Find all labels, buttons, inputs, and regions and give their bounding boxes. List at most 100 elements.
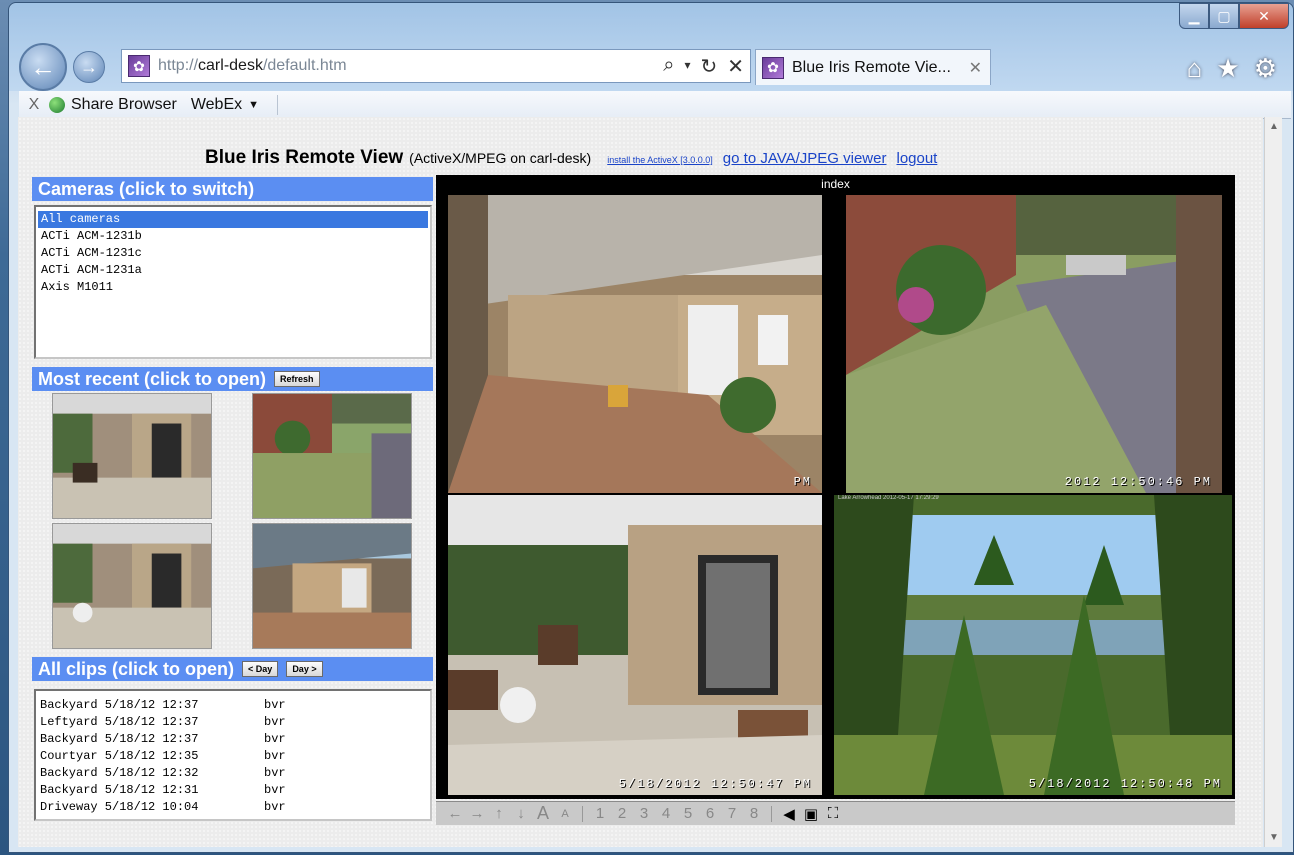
page-subtitle: (ActiveX/MPEG on carl-desk) xyxy=(409,150,592,166)
webex-menu-button[interactable]: WebEx ▼ xyxy=(191,96,259,114)
snapshot-camera-icon[interactable]: ▣ xyxy=(800,805,822,823)
clip-name: Backyard 5/18/12 12:32 xyxy=(40,766,199,780)
close-window-button[interactable]: ✕ xyxy=(1239,3,1289,29)
preset-2-button[interactable]: 2 xyxy=(611,805,633,822)
zoom-in-button[interactable]: A xyxy=(532,803,554,824)
clip-row[interactable]: Backyard 5/18/12 12:37 bvr xyxy=(40,731,426,748)
camera-item[interactable]: ACTi ACM-1231a xyxy=(38,262,428,279)
pan-right-button[interactable]: → xyxy=(466,805,488,822)
java-viewer-link[interactable]: go to JAVA/JPEG viewer xyxy=(723,150,887,167)
recent-panel-title: Most recent (click to open) xyxy=(38,368,267,389)
settings-gear-icon[interactable]: ⚙ xyxy=(1254,53,1277,84)
pan-up-button[interactable]: ↑ xyxy=(488,805,510,822)
tab-title: Blue Iris Remote Vie... xyxy=(792,58,951,76)
browser-right-icons: ⌂ ★ ⚙ xyxy=(1187,53,1277,84)
recent-thumbnail[interactable] xyxy=(52,523,212,649)
timestamp-top-right: 2012 12:50:46 PM xyxy=(1064,475,1212,489)
logout-link[interactable]: logout xyxy=(896,150,937,167)
clip-row[interactable]: Backyard 5/18/12 12:32 bvr xyxy=(40,765,426,782)
page-content: Blue Iris Remote View (ActiveX/MPEG on c… xyxy=(18,117,1263,847)
clips-list[interactable]: Backyard 5/18/12 12:37 bvr Leftyard 5/18/… xyxy=(34,689,432,821)
back-button[interactable]: ← xyxy=(19,43,67,91)
clip-ext: bvr xyxy=(264,698,286,712)
search-icon[interactable]: ⌕ xyxy=(663,54,674,79)
clip-name: Backyard 5/18/12 12:37 xyxy=(40,732,199,746)
clip-name: Driveway 5/18/12 10:04 xyxy=(40,800,199,814)
clip-row[interactable]: Courtyar 5/18/12 12:35 bvr xyxy=(40,748,426,765)
maximize-button[interactable]: ▢ xyxy=(1209,3,1239,29)
preset-8-button[interactable]: 8 xyxy=(743,805,765,822)
camera-caption: Lake Arrowhead 2012-05-17 17:29:29 xyxy=(838,495,939,501)
tab-blue-iris[interactable]: ✿ Blue Iris Remote Vie... ✕ xyxy=(755,49,991,85)
camera-pane-courtyard[interactable]: PM xyxy=(448,195,822,493)
scroll-up-icon[interactable]: ▲ xyxy=(1269,121,1279,132)
tab-close-icon[interactable]: ✕ xyxy=(969,58,982,78)
install-activex-link[interactable]: install the ActiveX [3.0.0.0] xyxy=(607,155,713,165)
scroll-down-icon[interactable]: ▼ xyxy=(1269,832,1279,843)
zoom-out-button[interactable]: A xyxy=(554,808,576,820)
forward-button[interactable]: → xyxy=(73,51,105,83)
cameras-panel-title: Cameras (click to switch) xyxy=(38,178,255,199)
clip-row[interactable]: Backyard 5/18/12 12:31 bvr xyxy=(40,782,426,799)
clip-row[interactable]: Backyard 5/18/12 12:37 bvr xyxy=(40,697,426,714)
address-url[interactable]: http://carl-desk/default.htm xyxy=(158,57,347,75)
webex-label: WebEx xyxy=(190,95,243,113)
preset-3-button[interactable]: 3 xyxy=(633,805,655,822)
home-icon[interactable]: ⌂ xyxy=(1187,53,1203,84)
camera-list[interactable]: All cameras ACTi ACM-1231b ACTi ACM-1231… xyxy=(34,205,432,359)
clip-name: Courtyar 5/18/12 12:35 xyxy=(40,749,199,763)
controls-separator xyxy=(582,805,583,822)
globe-icon xyxy=(49,96,65,113)
clip-row[interactable]: Leftyard 5/18/12 12:37 bvr xyxy=(40,714,426,731)
preset-5-button[interactable]: 5 xyxy=(677,805,699,822)
preset-4-button[interactable]: 4 xyxy=(655,805,677,822)
clip-ext: bvr xyxy=(264,732,286,746)
page-header: Blue Iris Remote View (ActiveX/MPEG on c… xyxy=(205,147,937,169)
clip-row[interactable]: Driveway 5/18/12 10:04 bvr xyxy=(40,799,426,816)
dropdown-icon[interactable]: ▾ xyxy=(684,54,690,79)
address-bar[interactable]: ✿ http://carl-desk/default.htm ⌕ ▾ ↻ ✕ xyxy=(121,49,751,83)
pan-left-button[interactable]: ← xyxy=(444,805,466,822)
toolbar-close-button[interactable]: X xyxy=(19,96,49,114)
fullscreen-icon[interactable]: ⛶ xyxy=(822,805,844,822)
camera-item[interactable]: ACTi ACM-1231b xyxy=(38,228,428,245)
prev-day-button[interactable]: < Day xyxy=(242,661,279,677)
page-scrollbar[interactable]: ▲ ▼ xyxy=(1264,117,1282,847)
timestamp-top-left: PM xyxy=(793,475,812,489)
camera-viewer[interactable]: index PM 2012 12:50:46 PM 5/18/2012 12:5… xyxy=(436,175,1235,799)
camera-item[interactable]: Axis M1011 xyxy=(38,279,428,296)
controls-separator xyxy=(771,805,772,822)
camera-item[interactable]: All cameras xyxy=(38,211,428,228)
stop-icon[interactable]: ✕ xyxy=(727,54,744,79)
clip-name: Backyard 5/18/12 12:37 xyxy=(40,698,199,712)
preset-6-button[interactable]: 6 xyxy=(699,805,721,822)
clip-ext: bvr xyxy=(264,766,286,780)
clip-ext: bvr xyxy=(264,715,286,729)
refresh-icon[interactable]: ↻ xyxy=(700,54,717,79)
viewer-label: index xyxy=(821,177,850,191)
minimize-button[interactable]: ▁ xyxy=(1179,3,1209,29)
camera-pane-lake[interactable]: Lake Arrowhead 2012-05-17 17:29:29 5/18/… xyxy=(834,495,1232,795)
preset-1-button[interactable]: 1 xyxy=(589,805,611,822)
camera-item[interactable]: ACTi ACM-1231c xyxy=(38,245,428,262)
favorites-star-icon[interactable]: ★ xyxy=(1216,53,1239,84)
share-browser-button[interactable]: Share Browser xyxy=(49,96,177,114)
recent-thumbnail[interactable] xyxy=(52,393,212,519)
address-controls: ⌕ ▾ ↻ ✕ xyxy=(663,54,744,79)
recent-thumbnail[interactable] xyxy=(252,523,412,649)
url-path: /default.htm xyxy=(262,57,347,74)
cameras-panel-header: Cameras (click to switch) xyxy=(32,177,433,201)
forward-arrow-icon: → xyxy=(80,56,98,77)
recent-thumbnail[interactable] xyxy=(252,393,412,519)
camera-pane-patio[interactable]: 5/18/2012 12:50:47 PM xyxy=(448,495,822,795)
pan-down-button[interactable]: ↓ xyxy=(510,805,532,822)
timestamp-bottom-right: 5/18/2012 12:50:48 PM xyxy=(1028,777,1222,791)
timestamp-bottom-left: 5/18/2012 12:50:47 PM xyxy=(618,777,812,791)
recent-panel-header: Most recent (click to open) Refresh xyxy=(32,367,433,391)
camera-pane-backyard[interactable]: 2012 12:50:46 PM xyxy=(846,195,1222,493)
refresh-button[interactable]: Refresh xyxy=(274,371,320,387)
clip-ext: bvr xyxy=(264,800,286,814)
next-day-button[interactable]: Day > xyxy=(286,661,323,677)
preset-7-button[interactable]: 7 xyxy=(721,805,743,822)
mute-speaker-icon[interactable]: ◀ xyxy=(778,805,800,823)
